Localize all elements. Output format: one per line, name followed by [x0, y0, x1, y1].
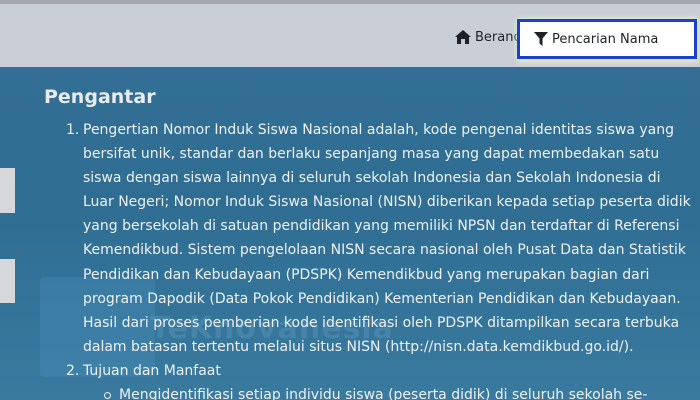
nav-search-label: Pencarian Nama — [552, 31, 659, 47]
list-text-line: Luar Negeri; Nomor Induk Siswa Nasional … — [83, 194, 691, 211]
nav-search-name-link[interactable]: Pencarian Nama — [517, 19, 697, 59]
list-number: 1. — [66, 122, 80, 138]
list-text-line: Pendidikan dan Kebudayaan (PDSPK) Kemend… — [83, 266, 650, 283]
list-text-line: Hasil dari proses pemberian kode identif… — [83, 314, 680, 331]
filter-icon — [534, 32, 548, 46]
list-text-line: Pengertian Nomor Induk Siswa Nasional ad… — [83, 122, 674, 138]
list-text-line: yang bersekolah di satuan pendidikan yan… — [83, 218, 680, 235]
list-number: 2. — [66, 362, 80, 379]
intro-list: 1. Pengertian Nomor Induk Siswa Nasional… — [66, 118, 696, 400]
list-item: 1. Pengertian Nomor Induk Siswa Nasional… — [66, 118, 696, 359]
list-text-line: siswa dengan siswa lainnya di seluruh se… — [83, 170, 661, 187]
main-content: TeKnovanesia Pengantar 1. Pengertian Nom… — [0, 67, 700, 400]
side-panel-tab — [0, 259, 15, 303]
list-text-line: dalam batasan tertentu melalui situs NIS… — [83, 338, 634, 355]
list-text-line: bersifat unik, standar dan berlaku sepan… — [83, 146, 660, 163]
navbar: Beranda Pencarian Nama — [0, 4, 700, 67]
sub-list-text: Mengidentifikasi setiap individu siswa (… — [119, 387, 648, 400]
page-title: Pengantar — [44, 86, 156, 108]
list-text-line: program Dapodik (Data Pokok Pendidikan) … — [83, 290, 681, 307]
side-panel-tab — [0, 168, 15, 213]
list-text-line: Kemendikbud. Sistem pengelolaan NISN sec… — [83, 242, 687, 259]
sub-list-item: Mengidentifikasi setiap individu siswa (… — [66, 383, 696, 400]
list-text-line: Tujuan dan Manfaat — [83, 362, 221, 379]
list-item: 2. Tujuan dan Manfaat — [66, 359, 696, 383]
circle-bullet-icon — [104, 392, 111, 400]
home-icon — [455, 30, 471, 44]
